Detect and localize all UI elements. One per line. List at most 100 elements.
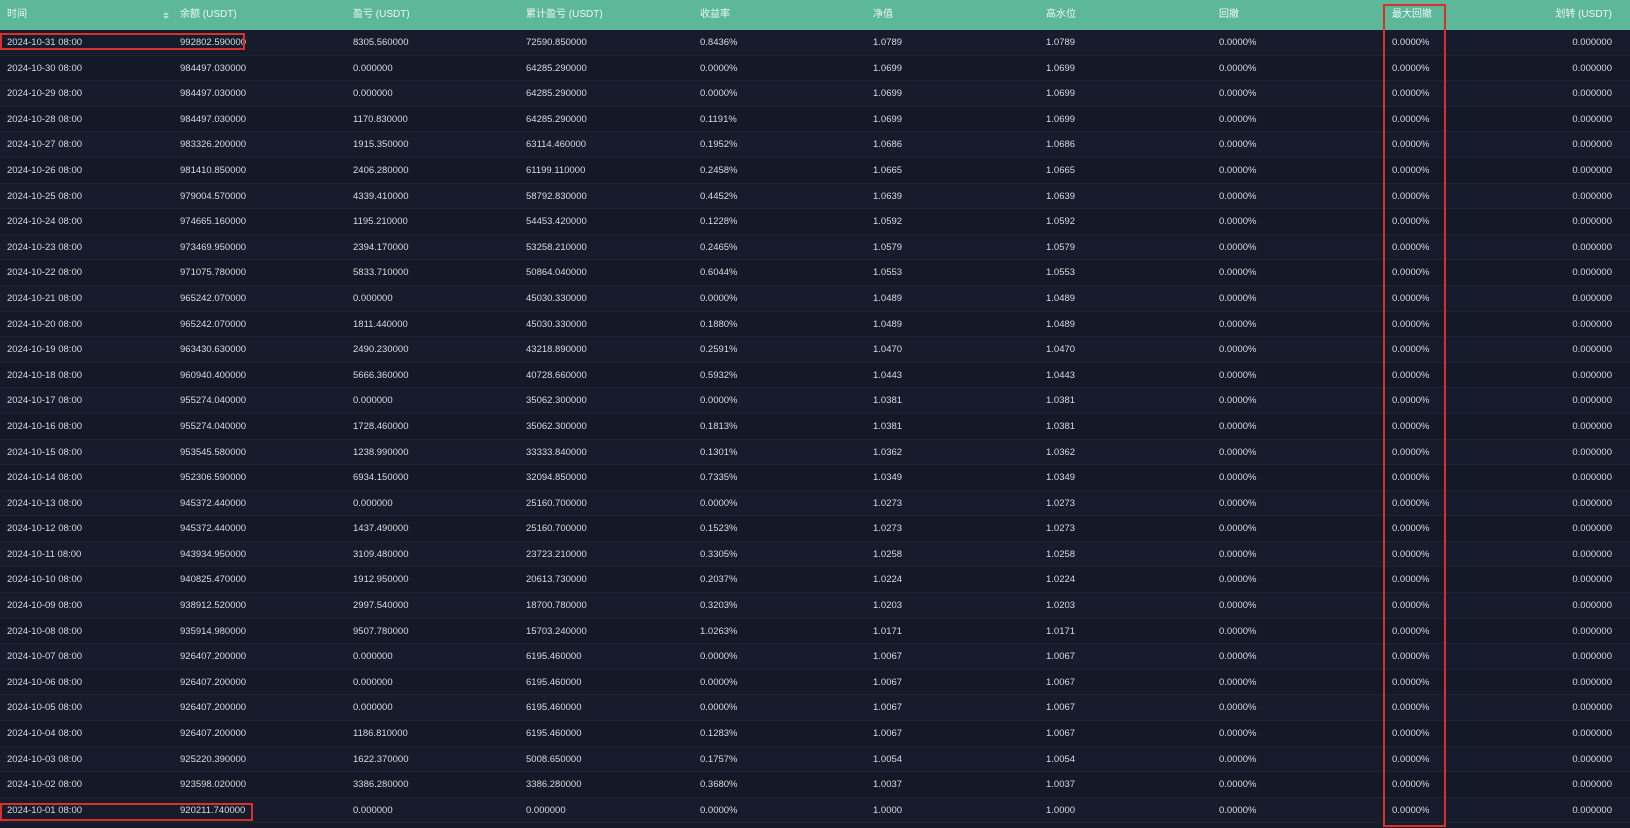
cell-balance: 943934.950000: [180, 548, 247, 560]
col-header-cum-pnl[interactable]: 累计盈亏 (USDT): [526, 0, 603, 30]
cell-nav: 1.0203: [873, 600, 903, 612]
table-row[interactable]: 2024-10-14 08:00 952306.590000 6934.150000…: [0, 465, 1630, 491]
table-row[interactable]: 2024-10-27 08:00 983326.200000 1915.350000…: [0, 132, 1630, 158]
cell-nav: 1.0789: [873, 37, 903, 48]
table-row[interactable]: 2024-10-24 08:00 974665.160000 1195.210000…: [0, 209, 1630, 235]
table-row[interactable]: 2024-10-09 08:00 938912.520000 2997.540000…: [0, 593, 1630, 619]
cell-drawdown: 0.0000%: [1219, 523, 1257, 535]
cell-cum-pnl: 43218.890000: [526, 344, 587, 356]
table-row[interactable]: 2024-10-06 08:00 926407.200000 0.000000 619…: [0, 669, 1630, 696]
cell-time: 2024-10-10 08:00: [7, 574, 83, 586]
cell-drawdown: 0.0000%: [1219, 164, 1257, 176]
cell-cum-pnl: 33333.840000: [526, 446, 587, 458]
table-row[interactable]: 2024-10-23 08:00 973469.950000 2394.170000…: [0, 234, 1630, 261]
col-header-return-rate[interactable]: 收益率: [700, 0, 730, 30]
col-header-transfer[interactable]: 划转 (USDT): [1555, 0, 1612, 30]
table-row[interactable]: 2024-10-25 08:00 979004.570000 4339.410000…: [0, 183, 1630, 210]
cell-balance: 923598.020000: [180, 779, 247, 791]
table-row[interactable]: 2024-10-16 08:00 955274.040000 1728.460000…: [0, 413, 1630, 440]
cell-return-rate: 0.1880%: [700, 318, 738, 330]
cell-time: 2024-10-22 08:00: [7, 267, 83, 279]
table-row[interactable]: 2024-10-13 08:00 945372.440000 0.000000 251…: [0, 490, 1630, 517]
cell-return-rate: 0.3305%: [700, 548, 738, 560]
col-header-drawdown[interactable]: 回撤: [1219, 0, 1239, 30]
cell-time: 2024-10-01 08:00: [7, 804, 83, 816]
table-row[interactable]: 2024-10-26 08:00 981410.850000 2406.280000…: [0, 157, 1630, 184]
cell-cum-pnl: 23723.210000: [526, 548, 587, 560]
table-row[interactable]: 2024-10-08 08:00 935914.980000 9507.780000…: [0, 618, 1630, 645]
cell-balance: 926407.200000: [180, 702, 247, 714]
table-row[interactable]: 2024-10-01 08:00 920211.740000 0.000000 0.0…: [0, 797, 1630, 824]
cell-drawdown: 0.0000%: [1219, 702, 1257, 714]
cell-cum-pnl: 6195.460000: [526, 676, 582, 688]
cell-max-drawdown: 0.0000%: [1392, 779, 1430, 791]
cell-balance: 926407.200000: [180, 676, 247, 688]
table-row[interactable]: 2024-10-10 08:00 940825.470000 1912.950000…: [0, 567, 1630, 594]
sort-icon[interactable]: [162, 10, 170, 20]
cell-pnl: 1915.350000: [353, 139, 409, 151]
cell-drawdown: 0.0000%: [1219, 267, 1257, 279]
col-header-pnl[interactable]: 盈亏 (USDT): [353, 0, 410, 30]
col-header-max-drawdown[interactable]: 最大回撤: [1392, 0, 1432, 30]
cell-drawdown: 0.0000%: [1219, 779, 1257, 791]
cell-drawdown: 0.0000%: [1219, 88, 1257, 100]
cell-max-drawdown: 0.0000%: [1392, 190, 1430, 202]
cell-time: 2024-10-27 08:00: [7, 139, 83, 151]
table-row[interactable]: 2024-10-04 08:00 926407.200000 1186.810000…: [0, 721, 1630, 747]
cell-time: 2024-10-06 08:00: [7, 676, 83, 688]
cell-time: 2024-10-24 08:00: [7, 216, 83, 228]
cell-high-water-mark: 1.0362: [1046, 446, 1076, 458]
cell-cum-pnl: 50864.040000: [526, 267, 587, 279]
table-row[interactable]: 2024-10-03 08:00 925220.390000 1622.370000…: [0, 746, 1630, 773]
cell-high-water-mark: 1.0381: [1046, 420, 1076, 432]
table-row[interactable]: 2024-10-31 08:00 992802.590000 8305.560000…: [0, 30, 1630, 56]
cell-balance: 926407.200000: [180, 651, 247, 663]
table-row[interactable]: 2024-10-02 08:00 923598.020000 3386.280000…: [0, 772, 1630, 798]
col-header-time[interactable]: 时间: [7, 0, 27, 30]
cell-balance: 974665.160000: [180, 216, 247, 228]
cell-high-water-mark: 1.0699: [1046, 62, 1076, 74]
cell-nav: 1.0067: [873, 651, 903, 663]
cell-drawdown: 0.0000%: [1219, 548, 1257, 560]
col-header-high-water-mark[interactable]: 高水位: [1046, 0, 1076, 30]
cell-nav: 1.0258: [873, 548, 903, 560]
table-row[interactable]: 2024-10-30 08:00 984497.030000 0.000000 642…: [0, 55, 1630, 82]
cell-drawdown: 0.0000%: [1219, 420, 1257, 432]
cell-cum-pnl: 53258.210000: [526, 241, 587, 253]
cell-nav: 1.0699: [873, 113, 903, 125]
table-row[interactable]: 2024-10-21 08:00 965242.070000 0.000000 450…: [0, 285, 1630, 312]
cell-pnl: 0.000000: [353, 62, 393, 74]
table-header: 时间 余额 (USDT) 盈亏 (USDT) 累计盈亏 (USDT) 收益率 净…: [0, 0, 1630, 30]
col-header-balance[interactable]: 余额 (USDT): [180, 0, 237, 30]
cell-max-drawdown: 0.0000%: [1392, 804, 1430, 816]
cell-nav: 1.0067: [873, 676, 903, 688]
cell-max-drawdown: 0.0000%: [1392, 113, 1430, 125]
table-row[interactable]: 2024-10-05 08:00 926407.200000 0.000000 619…: [0, 695, 1630, 722]
table-row[interactable]: 2024-10-28 08:00 984497.030000 1170.830000…: [0, 106, 1630, 133]
cell-return-rate: 0.1757%: [700, 753, 738, 765]
cell-drawdown: 0.0000%: [1219, 446, 1257, 458]
table-row[interactable]: 2024-10-17 08:00 955274.040000 0.000000 350…: [0, 388, 1630, 414]
table-row[interactable]: 2024-10-18 08:00 960940.400000 5666.360000…: [0, 362, 1630, 389]
cell-high-water-mark: 1.0224: [1046, 574, 1076, 586]
cell-cum-pnl: 32094.850000: [526, 472, 587, 484]
cell-return-rate: 0.1228%: [700, 216, 738, 228]
table-row[interactable]: 2024-10-07 08:00 926407.200000 0.000000 619…: [0, 644, 1630, 670]
table-row[interactable]: 2024-10-11 08:00 943934.950000 3109.480000…: [0, 541, 1630, 568]
cell-high-water-mark: 1.0489: [1046, 318, 1076, 330]
table-row[interactable]: 2024-10-19 08:00 963430.630000 2490.230000…: [0, 337, 1630, 363]
cell-cum-pnl: 54453.420000: [526, 216, 587, 228]
cell-nav: 1.0037: [873, 779, 903, 791]
table-row[interactable]: 2024-10-29 08:00 984497.030000 0.000000 642…: [0, 81, 1630, 107]
cell-high-water-mark: 1.0000: [1046, 804, 1076, 816]
cell-drawdown: 0.0000%: [1219, 113, 1257, 125]
cell-max-drawdown: 0.0000%: [1392, 369, 1430, 381]
cell-pnl: 0.000000: [353, 702, 393, 714]
cell-nav: 1.0489: [873, 318, 903, 330]
table-row[interactable]: 2024-10-22 08:00 971075.780000 5833.710000…: [0, 260, 1630, 286]
cell-high-water-mark: 1.0067: [1046, 728, 1076, 740]
table-row[interactable]: 2024-10-20 08:00 965242.070000 1811.440000…: [0, 311, 1630, 338]
col-header-nav[interactable]: 净值: [873, 0, 893, 30]
table-row[interactable]: 2024-10-12 08:00 945372.440000 1437.490000…: [0, 516, 1630, 542]
table-row[interactable]: 2024-10-15 08:00 953545.580000 1238.990000…: [0, 439, 1630, 466]
